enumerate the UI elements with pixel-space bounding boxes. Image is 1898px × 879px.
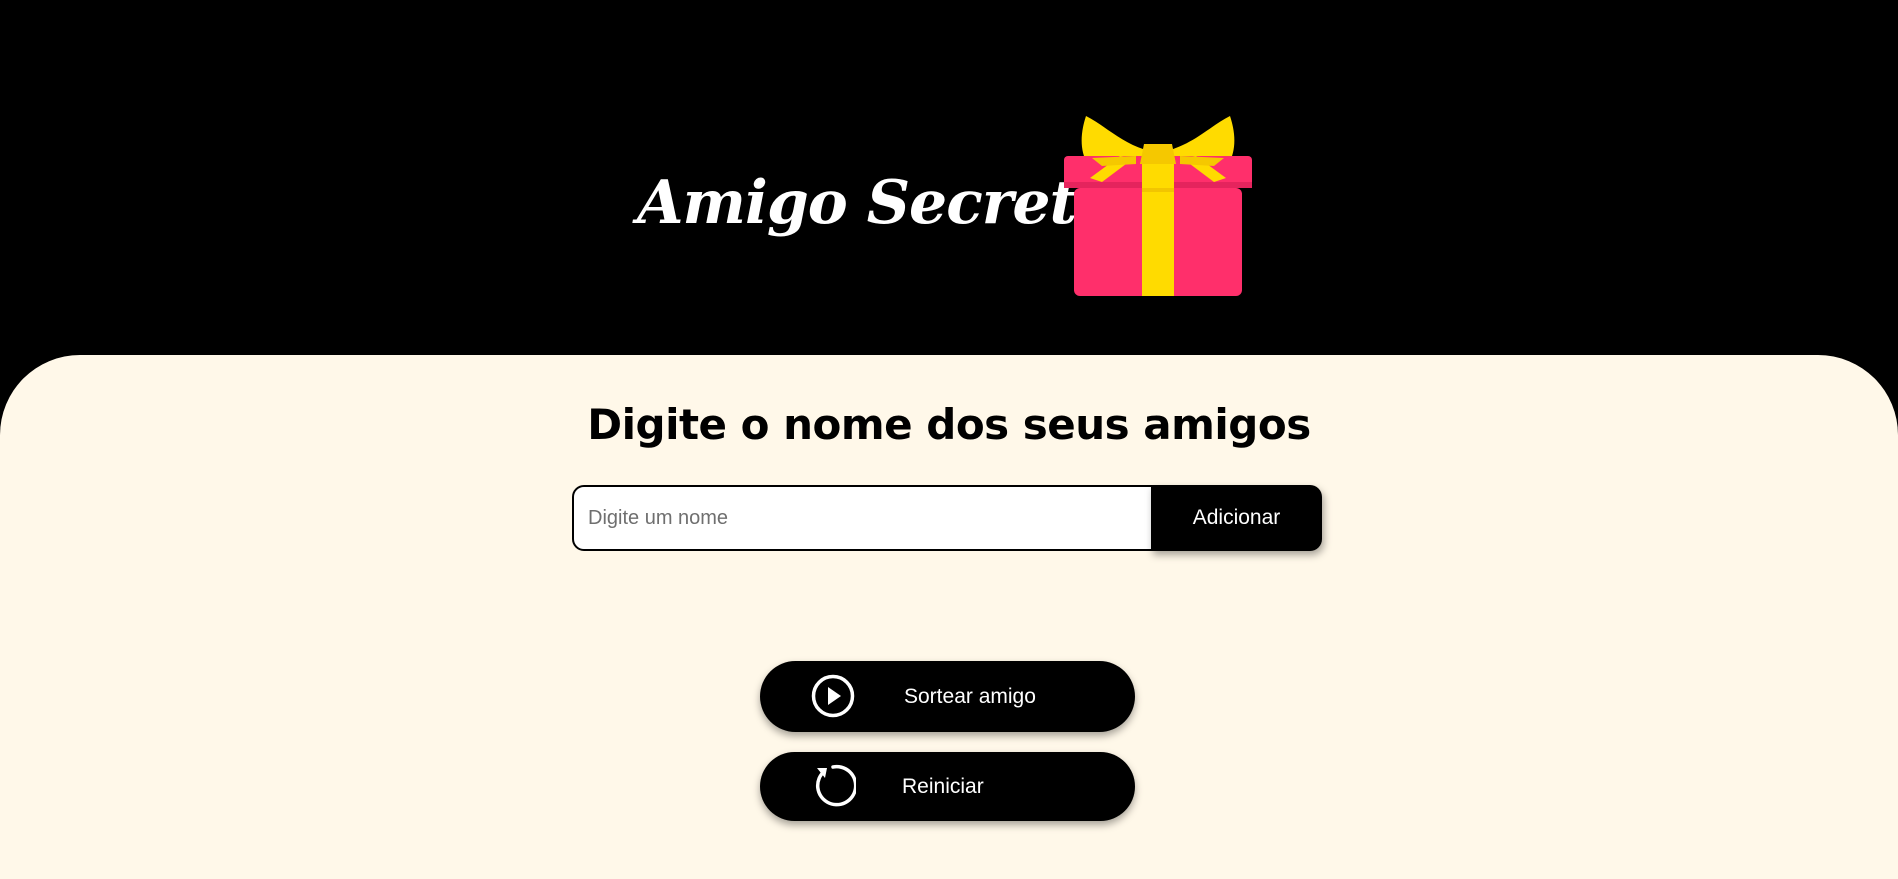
restart-icon xyxy=(816,764,856,807)
friend-name-input[interactable] xyxy=(572,485,1154,551)
restart-label: Reiniciar xyxy=(902,774,984,798)
add-button[interactable]: Adicionar xyxy=(1151,485,1322,551)
header-banner: Amigo Secreto xyxy=(0,0,1898,355)
app-title: Amigo Secreto xyxy=(637,168,1116,238)
restart-button[interactable]: Reiniciar xyxy=(760,752,1135,821)
gift-icon xyxy=(1064,116,1252,296)
play-circle-icon xyxy=(811,674,855,718)
main-panel: Digite o nome dos seus amigos Adicionar … xyxy=(0,355,1898,879)
draw-friend-button[interactable]: Sortear amigo xyxy=(760,661,1135,732)
draw-friend-label: Sortear amigo xyxy=(904,684,1036,708)
section-heading: Digite o nome dos seus amigos xyxy=(587,400,1311,449)
app-page: Amigo Secreto Digite o nome dos seus ami… xyxy=(0,0,1898,879)
add-friend-form: Adicionar xyxy=(572,485,1322,551)
